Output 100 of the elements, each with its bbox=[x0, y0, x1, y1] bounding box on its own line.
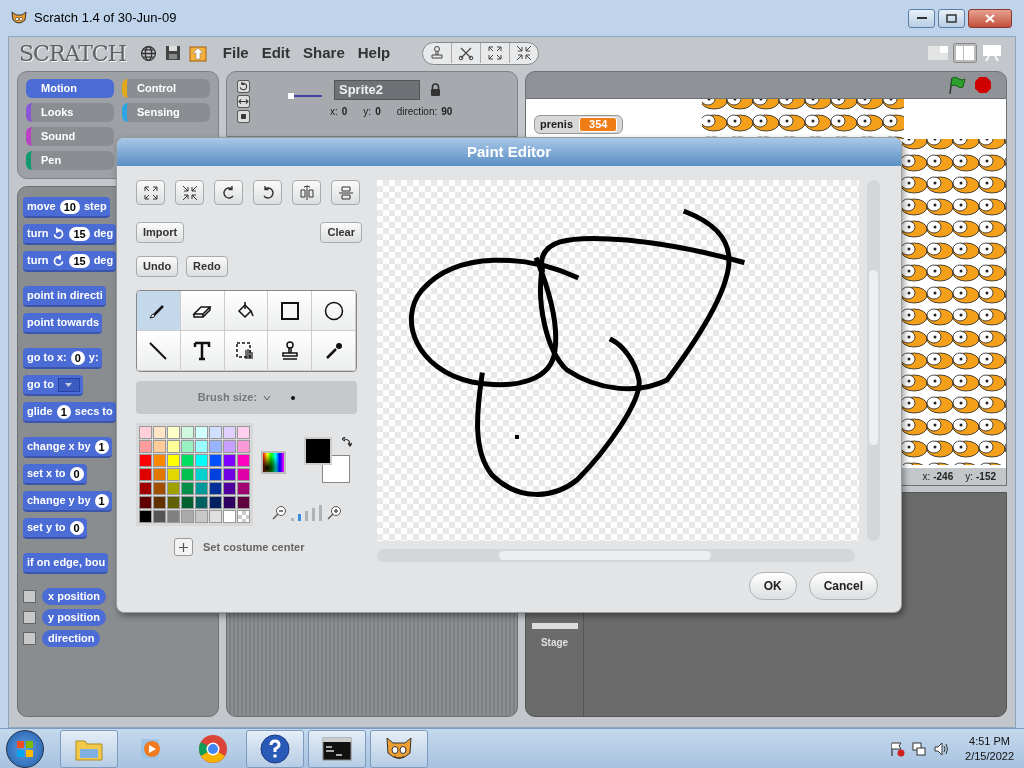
motion-block[interactable]: set y to 0 bbox=[23, 518, 87, 539]
color-swatch[interactable] bbox=[195, 482, 208, 495]
motion-block[interactable]: change x by 1 bbox=[23, 437, 112, 458]
clock-time[interactable]: 4:51 PM bbox=[969, 733, 1010, 749]
tool-button[interactable] bbox=[312, 291, 356, 331]
horizontal-scrollbar[interactable] bbox=[377, 549, 855, 562]
reporter-block[interactable]: x position bbox=[42, 588, 106, 605]
sprite-name-field[interactable]: Sprite2 bbox=[334, 80, 420, 100]
checkbox[interactable] bbox=[23, 611, 36, 624]
set-center-button[interactable] bbox=[174, 538, 193, 556]
transform-button[interactable] bbox=[175, 180, 204, 205]
taskbar-app-button[interactable] bbox=[246, 729, 304, 768]
tool-button[interactable] bbox=[180, 331, 225, 371]
cancel-button[interactable]: Cancel bbox=[808, 572, 878, 600]
dropdown-field[interactable] bbox=[57, 377, 80, 392]
color-swatch[interactable] bbox=[167, 468, 180, 481]
color-swatch[interactable] bbox=[209, 426, 222, 439]
color-swatch[interactable] bbox=[181, 454, 194, 467]
color-swatch[interactable] bbox=[209, 454, 222, 467]
color-swatch[interactable] bbox=[181, 468, 194, 481]
number-input[interactable]: 0 bbox=[69, 520, 84, 535]
number-input[interactable]: 15 bbox=[69, 226, 90, 241]
color-swatch[interactable] bbox=[237, 440, 250, 453]
tool-button[interactable] bbox=[180, 291, 225, 331]
color-swatch[interactable] bbox=[139, 496, 152, 509]
motion-block[interactable]: turn 15 deg bbox=[23, 251, 117, 272]
color-swatch[interactable] bbox=[181, 482, 194, 495]
color-swatch[interactable] bbox=[181, 440, 194, 453]
transparent-swatch[interactable] bbox=[237, 510, 250, 523]
color-swatch[interactable] bbox=[223, 426, 236, 439]
color-swatch[interactable] bbox=[167, 510, 180, 523]
clear-button[interactable]: Clear bbox=[320, 222, 362, 243]
redo-button[interactable]: Redo bbox=[186, 256, 228, 277]
tool-button[interactable] bbox=[224, 331, 269, 371]
taskbar-app-button[interactable] bbox=[308, 729, 366, 768]
color-swatch[interactable] bbox=[153, 496, 166, 509]
color-swatch[interactable] bbox=[167, 496, 180, 509]
motion-block[interactable]: change y by 1 bbox=[23, 491, 112, 512]
motion-block[interactable]: turn 15 deg bbox=[23, 224, 117, 245]
color-swatch[interactable] bbox=[223, 510, 236, 523]
number-input[interactable]: 0 bbox=[69, 466, 84, 481]
color-swatch[interactable] bbox=[153, 454, 166, 467]
color-swatch[interactable] bbox=[153, 426, 166, 439]
number-input[interactable]: 0 bbox=[70, 350, 85, 365]
checkbox[interactable] bbox=[23, 632, 36, 645]
transform-button[interactable] bbox=[214, 180, 243, 205]
menu-item[interactable]: Help bbox=[357, 41, 391, 65]
vertical-scrollbar[interactable] bbox=[867, 180, 880, 541]
color-swatch[interactable] bbox=[237, 454, 250, 467]
number-input[interactable]: 1 bbox=[94, 439, 109, 454]
color-swatch[interactable] bbox=[209, 468, 222, 481]
taskbar-app-button[interactable] bbox=[370, 729, 428, 768]
color-swatch[interactable] bbox=[153, 510, 166, 523]
color-swatch[interactable] bbox=[167, 482, 180, 495]
color-swatch[interactable] bbox=[167, 426, 180, 439]
color-swatch[interactable] bbox=[223, 440, 236, 453]
motion-block[interactable]: go to bbox=[23, 375, 83, 396]
color-swatch[interactable] bbox=[209, 482, 222, 495]
color-swatch[interactable] bbox=[195, 510, 208, 523]
checkbox[interactable] bbox=[23, 590, 36, 603]
color-swatch[interactable] bbox=[139, 468, 152, 481]
color-swatch[interactable] bbox=[195, 440, 208, 453]
motion-block[interactable]: glide 1 secs to bbox=[23, 402, 116, 423]
number-input[interactable]: 10 bbox=[59, 199, 80, 214]
stage-label[interactable]: Stage bbox=[540, 635, 569, 650]
color-swatch[interactable] bbox=[237, 482, 250, 495]
ok-button[interactable]: OK bbox=[748, 572, 797, 600]
color-swatch[interactable] bbox=[181, 426, 194, 439]
color-swatch[interactable] bbox=[195, 496, 208, 509]
foreground-color-swatch[interactable] bbox=[304, 437, 332, 465]
motion-block[interactable]: move 10 step bbox=[23, 197, 110, 218]
color-swatch[interactable] bbox=[223, 454, 236, 467]
color-swatch[interactable] bbox=[209, 510, 222, 523]
color-swatch[interactable] bbox=[237, 496, 250, 509]
color-swatch[interactable] bbox=[237, 426, 250, 439]
color-swatch[interactable] bbox=[223, 468, 236, 481]
color-swatch[interactable] bbox=[181, 496, 194, 509]
start-button[interactable] bbox=[6, 729, 44, 768]
number-input[interactable]: 15 bbox=[69, 253, 90, 268]
clock-date[interactable]: 2/15/2022 bbox=[965, 748, 1014, 764]
color-swatch[interactable] bbox=[153, 482, 166, 495]
color-swatch[interactable] bbox=[139, 440, 152, 453]
maximize-button[interactable] bbox=[938, 8, 965, 28]
color-swatch[interactable] bbox=[139, 454, 152, 467]
color-swatch[interactable] bbox=[153, 440, 166, 453]
color-swatch[interactable] bbox=[195, 468, 208, 481]
motion-block[interactable]: set x to 0 bbox=[23, 464, 87, 485]
tool-button[interactable] bbox=[268, 291, 313, 331]
menu-item[interactable]: Share bbox=[303, 41, 345, 65]
menu-item[interactable]: Edit bbox=[261, 41, 291, 65]
menu-item[interactable]: File bbox=[222, 41, 249, 65]
transform-button[interactable] bbox=[136, 180, 165, 205]
category-button[interactable]: Motion bbox=[26, 79, 114, 98]
reporter-block[interactable]: direction bbox=[42, 630, 101, 647]
color-swatch[interactable] bbox=[167, 440, 180, 453]
close-button[interactable] bbox=[968, 8, 1012, 28]
drawing-canvas[interactable] bbox=[377, 180, 859, 541]
color-swatch[interactable] bbox=[237, 468, 250, 481]
color-swatch[interactable] bbox=[223, 482, 236, 495]
color-swatch[interactable] bbox=[153, 468, 166, 481]
